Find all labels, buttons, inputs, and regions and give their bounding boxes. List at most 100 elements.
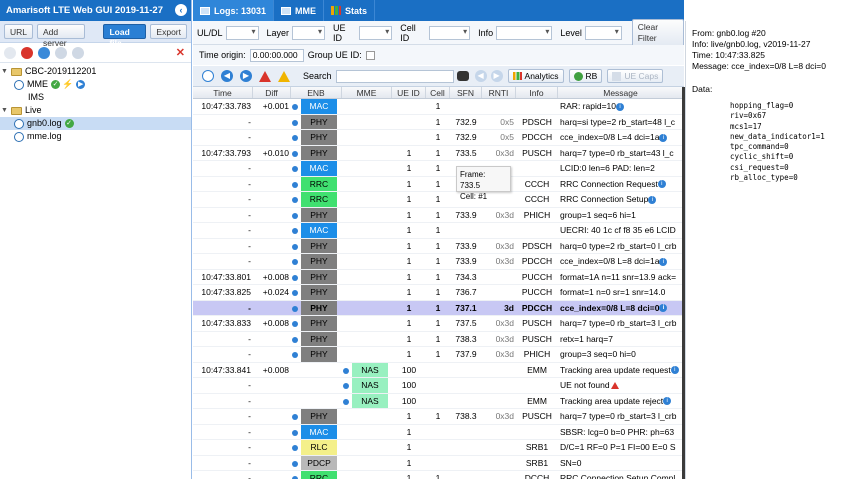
play-icon[interactable]: ▶ [76, 80, 86, 89]
log-table: Time Diff ENB MME UE ID Cell SFN RNTI Info Messag… [193, 87, 684, 479]
table-row[interactable]: 10:47:33.801 +0.008 PHY 1 1 734.3 PUCCH format=… [193, 269, 684, 285]
table-row[interactable]: - MAC 1 1 UECRI: 40 1c cf f8 35 e6 LCID [193, 223, 684, 239]
column-header-rnti[interactable]: RNTI [482, 87, 516, 98]
collapse-left-icon[interactable]: ‹ [175, 4, 187, 16]
info-icon[interactable]: i [659, 257, 668, 266]
clock-icon[interactable] [202, 70, 214, 82]
search-input[interactable] [335, 69, 454, 83]
tab-mme[interactable]: MME [274, 0, 325, 21]
table-row[interactable]: 10:47:33.783 +0.001 MAC 1 RAR: rapid=10 i [193, 99, 684, 115]
cell-sfn [450, 471, 482, 479]
cell-rnti [482, 270, 516, 285]
warning-filter-icon[interactable] [278, 70, 290, 82]
info-icon[interactable]: i [663, 397, 672, 406]
search-prev-icon[interactable]: ◀ [474, 70, 487, 82]
table-row[interactable]: - PHY 1 1 738.3 0x3d PUSCH retx=1 harq=7 [193, 331, 684, 347]
table-row[interactable]: - PHY 1 732.9 0x5 PDSCH harq=si type=2 rb_star… [193, 114, 684, 130]
table-row[interactable]: 10:47:33.841 +0.008 NAS 100 EMM Tracking area… [193, 362, 684, 378]
binoculars-icon[interactable] [456, 71, 469, 81]
export-button[interactable]: Export [150, 24, 187, 39]
table-row[interactable]: - PDCP 1 SRB1 SN=0 [193, 455, 684, 471]
collapse-arrow-icon[interactable]: ▼ [0, 104, 9, 117]
table-row[interactable]: - PHY 1 732.9 0x5 PDCCH cce_index=0/8 L=4 dci=… [193, 130, 684, 146]
stop-icon[interactable] [21, 46, 33, 59]
time-origin-input[interactable]: 0.00:00.000 [249, 48, 304, 62]
table-row[interactable]: - RRC 1 1 CCCH RRC Connection Setup i [193, 192, 684, 208]
info-icon[interactable]: i [659, 304, 668, 313]
table-row[interactable]: - PHY 1 1 738.3 0x3d PUSCH harq=7 type=0 rb_sta… [193, 409, 684, 425]
info-icon[interactable]: i [670, 366, 679, 375]
layer-badge: RRC [301, 471, 337, 479]
load-file-button[interactable]: Load file [103, 24, 147, 48]
info-icon[interactable]: i [659, 133, 668, 142]
table-row[interactable]: - NAS 100 UE not found [193, 378, 684, 394]
cell-info: PDCCH [521, 302, 553, 313]
group-ue-id-checkbox[interactable] [365, 50, 375, 60]
column-header-sfn[interactable]: SFN [450, 87, 482, 98]
tree-node-gnb-log[interactable]: gnb0.log ✓ [0, 117, 191, 130]
cell-mme: NAS [342, 393, 392, 408]
tree-node-mme[interactable]: MME ✓ ⚡ ▶ [0, 78, 191, 91]
cell-mme [342, 146, 392, 161]
layer-badge: PHY [301, 145, 337, 160]
table-row[interactable]: - PHY 1 1 737.9 0x3d PHICH group=3 seq=0 hi=0 [193, 347, 684, 363]
table-row[interactable]: 10:47:33.833 +0.008 PHY 1 1 737.5 0x3d PUSCH har… [193, 316, 684, 332]
column-header-time[interactable]: Time [193, 87, 253, 98]
clear-filter-button[interactable]: Clear Filter [631, 18, 684, 47]
column-header-mme[interactable]: MME [342, 87, 392, 98]
table-row[interactable]: - PHY 1 1 733.9 0x3d PHICH group=1 seq=6 hi=1 [193, 207, 684, 223]
error-filter-icon[interactable] [259, 70, 271, 82]
column-header-diff[interactable]: Diff [253, 87, 291, 98]
tab-logs[interactable]: Logs: 13031 [193, 0, 275, 21]
table-row[interactable]: - PHY 1 1 733.9 0x3d PDSCH harq=0 type=2 rb_sta… [193, 238, 684, 254]
column-header-enb[interactable]: ENB [291, 87, 342, 98]
filter-ue-id-select[interactable] [359, 25, 393, 40]
settings-icon[interactable] [72, 46, 84, 59]
filter-layer-select[interactable] [292, 25, 325, 40]
collapse-arrow-icon[interactable]: ▼ [0, 65, 9, 78]
direction-arrow-icon [292, 290, 298, 296]
rb-button[interactable]: RB [568, 69, 603, 83]
tree-node-live[interactable]: ▼ Live [0, 104, 191, 117]
filter-cell-id-select[interactable] [429, 25, 471, 40]
column-header-cell[interactable]: Cell [426, 87, 450, 98]
info-icon[interactable]: i [657, 180, 666, 189]
tab-stats[interactable]: Stats [324, 0, 376, 21]
column-header-message[interactable]: Message [558, 87, 684, 98]
tree-node-server[interactable]: ▼ CBC-2019112201 [0, 65, 191, 78]
edit-icon[interactable] [4, 46, 16, 59]
arrow-right-icon[interactable]: ▶ [240, 70, 252, 82]
table-row[interactable]: - PHY 1 1 733.9 0x3d PDCCH cce_index=0/8 L=8 dc… [193, 254, 684, 270]
close-icon[interactable]: ✕ [176, 46, 185, 59]
filter-level-select[interactable] [584, 25, 622, 40]
cell-rnti: 0x3d [495, 318, 514, 328]
arrow-left-icon[interactable]: ◀ [221, 70, 233, 82]
table-row[interactable]: - PHY 1 1 737.1 3d PDCCH cce_index=0/8 L=8 dci=… [193, 300, 684, 316]
cell-enb: PHY [291, 207, 342, 222]
column-header-ue-id[interactable]: UE ID [392, 87, 426, 98]
table-row[interactable]: - RLC 1 SRB1 D/C=1 RF=0 P=1 FI=00 E=0 S [193, 440, 684, 456]
table-row[interactable]: - MAC 1 1 LCID:0 len=6 PAD: len=2 [193, 161, 684, 177]
table-row[interactable]: - RRC 1 1 DCCH RRC Connection Setup Compl [193, 471, 684, 479]
table-row[interactable]: - RRC 1 1 CCCH RRC Connection Request i [193, 176, 684, 192]
cell-ue-id: 1 [406, 163, 412, 173]
info-icon[interactable]: i [648, 195, 657, 204]
filter-info-select[interactable] [496, 25, 553, 40]
url-button[interactable]: URL [4, 24, 34, 39]
table-row[interactable]: - MAC 1 SBSR: lcg=0 b=0 PHR: ph=63 [193, 424, 684, 440]
connect-icon[interactable] [38, 46, 50, 59]
info-icon[interactable]: i [616, 102, 624, 111]
add-server-button[interactable]: Add server [37, 24, 86, 48]
tree-node-mme-log[interactable]: mme.log [0, 130, 191, 143]
refresh-icon[interactable] [55, 46, 67, 59]
column-header-info[interactable]: Info [516, 87, 558, 98]
search-next-icon[interactable]: ▶ [490, 70, 503, 82]
filter-ul-dl-select[interactable] [225, 25, 259, 40]
tree-node-ims[interactable]: IMS [0, 91, 191, 104]
table-row[interactable]: - NAS 100 EMM Tracking area update reject i [193, 393, 684, 409]
analytics-button[interactable]: Analytics [507, 69, 564, 83]
cell-enb: MAC [291, 161, 342, 176]
table-row[interactable]: 10:47:33.825 +0.024 PHY 1 1 736.7 PUCCH format=… [193, 285, 684, 301]
table-row[interactable]: 10:47:33.793 +0.010 PHY 1 1 733.5 0x3d PUSCH har… [193, 145, 684, 161]
ue-caps-button[interactable]: UE Caps [607, 69, 664, 83]
